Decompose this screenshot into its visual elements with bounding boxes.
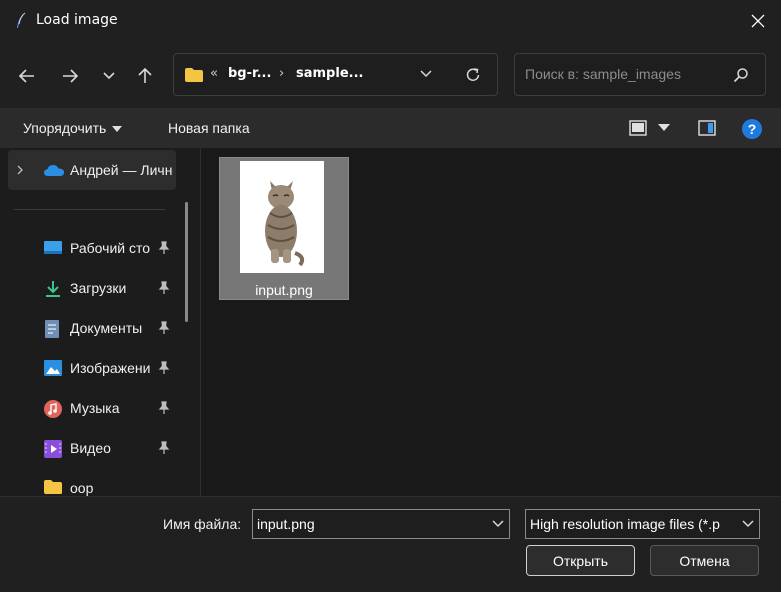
organize-label: Упорядочить bbox=[23, 120, 107, 136]
sidebar-item-label: Видео bbox=[70, 440, 111, 456]
view-options-icon[interactable] bbox=[628, 118, 648, 138]
breadcrumb-bg-r[interactable]: bg-r... bbox=[228, 66, 271, 81]
sidebar-item-label: Документы bbox=[70, 320, 143, 336]
sidebar-item-label: Музыка bbox=[70, 400, 120, 416]
video-icon bbox=[44, 440, 62, 458]
window-title: Load image bbox=[36, 12, 118, 28]
feather-icon bbox=[17, 12, 26, 28]
navigation-pane: Андрей — Личн Рабочий сто Загрузки Докум… bbox=[0, 148, 200, 496]
desktop-icon bbox=[44, 241, 62, 254]
command-bar: Упорядочить Новая папка ? bbox=[0, 108, 781, 148]
address-overflow[interactable]: « bbox=[210, 66, 218, 81]
pin-icon[interactable] bbox=[158, 401, 170, 415]
folder-icon bbox=[44, 480, 62, 494]
folder-icon bbox=[185, 68, 203, 82]
file-item-input-png[interactable]: input.png bbox=[219, 157, 349, 300]
file-list[interactable]: input.png bbox=[201, 148, 781, 496]
address-bar[interactable]: « bg-r... › sample... bbox=[173, 53, 498, 96]
sidebar-item-label: Рабочий сто bbox=[70, 240, 151, 256]
file-type-value: High resolution image files (*.p bbox=[530, 516, 720, 532]
onedrive-icon bbox=[44, 165, 64, 176]
sidebar-item-label: oop bbox=[70, 480, 94, 496]
chevron-down-icon bbox=[103, 72, 115, 80]
sidebar-item-downloads[interactable]: Загрузки bbox=[8, 268, 176, 308]
filename-field[interactable]: input.png bbox=[252, 509, 510, 539]
open-button[interactable]: Открыть bbox=[526, 545, 635, 576]
pin-icon[interactable] bbox=[158, 441, 170, 455]
search-box[interactable] bbox=[514, 53, 766, 96]
caret-down-icon[interactable] bbox=[658, 124, 670, 132]
sidebar-divider bbox=[14, 209, 165, 210]
sidebar-item-oop[interactable]: oop bbox=[8, 468, 176, 496]
sidebar-item-onedrive[interactable]: Андрей — Личн bbox=[8, 150, 176, 190]
chevron-right-icon[interactable] bbox=[16, 165, 24, 175]
sidebar-item-music[interactable]: Музыка bbox=[8, 388, 176, 428]
chevron-down-icon[interactable] bbox=[419, 67, 433, 81]
pictures-icon bbox=[44, 360, 62, 376]
chevron-down-icon[interactable] bbox=[741, 518, 755, 530]
chevron-down-icon[interactable] bbox=[491, 518, 505, 530]
filename-value[interactable]: input.png bbox=[257, 516, 315, 532]
organize-button[interactable]: Упорядочить bbox=[23, 120, 123, 136]
arrow-left-icon bbox=[18, 69, 34, 83]
pin-icon[interactable] bbox=[158, 241, 170, 255]
sidebar-scrollbar[interactable] bbox=[185, 202, 188, 322]
search-icon[interactable] bbox=[733, 67, 749, 83]
arrow-right-icon bbox=[63, 69, 79, 83]
breadcrumb-separator[interactable]: › bbox=[279, 66, 284, 81]
music-icon bbox=[44, 400, 62, 418]
sidebar-item-label: Загрузки bbox=[70, 280, 127, 296]
caret-down-icon bbox=[112, 126, 123, 133]
dialog-footer: Имя файла: input.png High resolution ima… bbox=[0, 496, 781, 592]
document-icon bbox=[45, 320, 59, 338]
arrow-up-icon bbox=[138, 67, 152, 83]
svg-text:?: ? bbox=[748, 121, 757, 137]
cancel-button[interactable]: Отмена bbox=[650, 545, 759, 576]
help-icon[interactable]: ? bbox=[741, 118, 763, 140]
sidebar-item-label: Андрей — Личн bbox=[70, 162, 173, 178]
sidebar-item-documents[interactable]: Документы bbox=[8, 308, 176, 348]
download-icon bbox=[46, 281, 60, 297]
pin-icon[interactable] bbox=[158, 281, 170, 295]
file-type-select[interactable]: High resolution image files (*.p bbox=[525, 509, 760, 539]
close-icon bbox=[751, 14, 765, 28]
back-button[interactable] bbox=[13, 62, 41, 90]
close-button[interactable] bbox=[735, 0, 781, 42]
sidebar-item-desktop[interactable]: Рабочий сто bbox=[8, 228, 176, 268]
sidebar-item-pictures[interactable]: Изображени bbox=[8, 348, 176, 388]
search-input[interactable] bbox=[525, 66, 725, 82]
breadcrumb-sample[interactable]: sample... bbox=[296, 66, 363, 81]
cat-thumbnail-image bbox=[265, 181, 305, 267]
preview-pane-icon[interactable] bbox=[697, 118, 717, 138]
new-folder-button[interactable]: Новая папка bbox=[168, 120, 250, 136]
title-bar: Load image bbox=[0, 0, 781, 42]
recent-locations-button[interactable] bbox=[95, 62, 123, 90]
image-thumbnail bbox=[240, 161, 324, 273]
up-button[interactable] bbox=[131, 62, 159, 90]
pin-icon[interactable] bbox=[158, 361, 170, 375]
filename-label: Имя файла: bbox=[163, 516, 242, 532]
forward-button[interactable] bbox=[56, 62, 84, 90]
refresh-icon[interactable] bbox=[464, 66, 482, 84]
sidebar-item-label: Изображени bbox=[70, 360, 151, 376]
sidebar-item-video[interactable]: Видео bbox=[8, 428, 176, 468]
file-name: input.png bbox=[255, 282, 313, 298]
navigation-bar: « bg-r... › sample... bbox=[0, 42, 781, 108]
pin-icon[interactable] bbox=[158, 321, 170, 335]
